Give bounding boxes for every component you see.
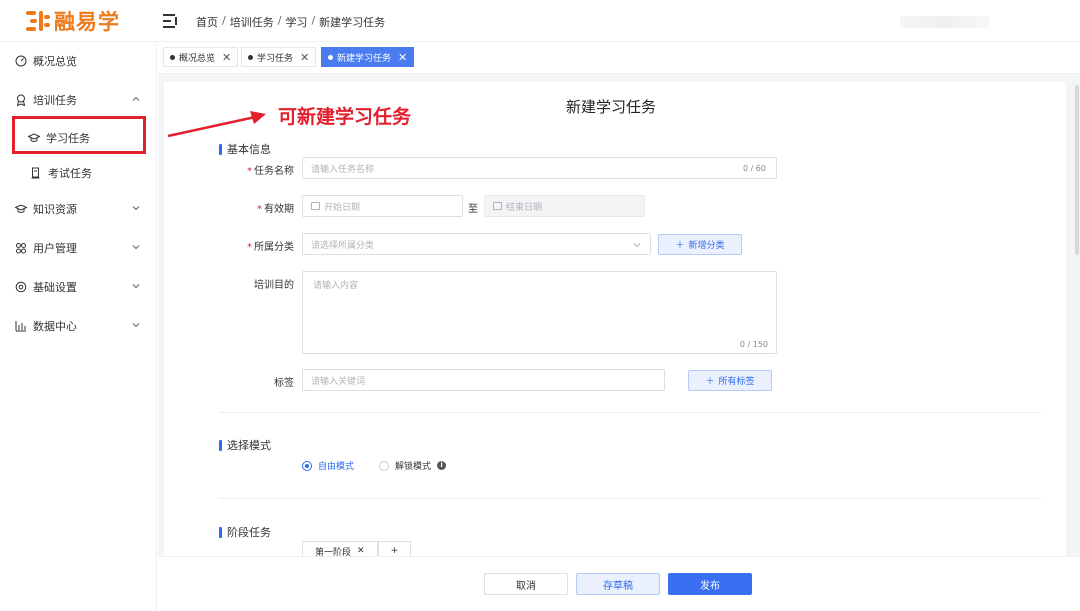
- tab-bar: 概况总览 ✕ 学习任务 ✕ 新建学习任务 ✕: [158, 42, 1080, 74]
- users-icon: [15, 242, 27, 254]
- bar-chart-icon: [15, 320, 27, 332]
- tab-overview[interactable]: 概况总览 ✕: [163, 47, 239, 67]
- sidebar-item-knowledge[interactable]: 知识资源: [0, 194, 157, 224]
- close-icon[interactable]: ✕: [222, 51, 231, 64]
- section-divider: [219, 498, 1041, 499]
- mode-unlock-radio[interactable]: 解锁模式 i: [379, 459, 447, 472]
- section-basic-info: 基本信息: [219, 141, 271, 157]
- chevron-down-icon: [132, 323, 140, 328]
- page-title: 新建学习任务: [566, 98, 657, 116]
- category-label: * 所属分类: [247, 242, 294, 253]
- chevron-up-icon: [132, 96, 140, 101]
- cancel-button[interactable]: 取消: [484, 573, 568, 595]
- sidebar-item-data-center[interactable]: 数据中心: [0, 311, 157, 341]
- section-divider: [219, 412, 1041, 413]
- plus-icon: ＋: [675, 241, 685, 251]
- info-icon[interactable]: i: [437, 461, 447, 470]
- sidebar-item-users[interactable]: 用户管理: [0, 233, 157, 263]
- brand-name: 融易学: [54, 10, 120, 34]
- section-stage-tasks: 阶段任务: [219, 524, 271, 540]
- plus-icon: ＋: [705, 377, 715, 387]
- close-icon[interactable]: ✕: [398, 51, 407, 64]
- annotation-highlight-box: [12, 116, 146, 154]
- tags-label: 标签: [274, 378, 294, 389]
- close-icon[interactable]: ✕: [357, 546, 365, 556]
- chevron-down-icon: [132, 284, 140, 289]
- form-footer: 取消 存草稿 发布: [158, 556, 1080, 611]
- calendar-icon: [311, 202, 320, 210]
- save-draft-button[interactable]: 存草稿: [576, 573, 660, 595]
- date-range-separator: 至: [468, 204, 478, 215]
- brand-logo[interactable]: 融易学: [26, 6, 120, 36]
- start-date-input[interactable]: 开始日期: [302, 195, 463, 217]
- add-category-button[interactable]: ＋ 新增分类: [658, 234, 742, 255]
- mode-free-radio[interactable]: 自由模式: [302, 459, 354, 472]
- purpose-textarea[interactable]: 请输入内容 0 / 150: [302, 271, 777, 354]
- brand-logo-icon: [26, 9, 50, 33]
- sidebar-item-exam-tasks[interactable]: 考试任务: [0, 158, 157, 188]
- tab-study-tasks[interactable]: 学习任务 ✕: [241, 47, 317, 67]
- tab-new-study-task[interactable]: 新建学习任务 ✕: [321, 47, 415, 67]
- end-date-input[interactable]: 结束日期: [484, 195, 645, 217]
- publish-button[interactable]: 发布: [668, 573, 752, 595]
- breadcrumb: 首页 / 培训任务 / 学习 / 新建学习任务: [196, 14, 386, 30]
- annotation-arrow-icon: [167, 111, 266, 138]
- dashboard-icon: [15, 55, 27, 67]
- task-name-counter: 0 / 60: [742, 163, 766, 173]
- task-name-label: * 任务名称: [247, 166, 294, 177]
- close-icon[interactable]: ✕: [300, 51, 309, 64]
- top-header: 融易学 首页 / 培训任务 / 学习 / 新建学习任务: [0, 0, 1080, 42]
- sidebar-item-settings[interactable]: 基础设置: [0, 272, 157, 302]
- user-info[interactable]: [900, 16, 990, 28]
- annotation-text: 可新建学习任务: [278, 106, 412, 128]
- settings-icon: [15, 281, 27, 293]
- purpose-label: 培训目的: [254, 280, 294, 291]
- sidebar-item-overview[interactable]: 概况总览: [0, 46, 157, 76]
- chevron-down-icon: [633, 243, 641, 248]
- menu-collapse-icon[interactable]: [163, 14, 178, 28]
- exam-doc-icon: [30, 167, 42, 179]
- scrollbar-thumb[interactable]: [1075, 85, 1079, 255]
- tags-input[interactable]: 请输入关键词: [302, 369, 665, 391]
- chevron-down-icon: [132, 245, 140, 250]
- chevron-down-icon: [132, 206, 140, 211]
- category-select[interactable]: 请选择所属分类: [302, 233, 651, 255]
- task-name-input[interactable]: 请输入任务名称 0 / 60: [302, 157, 777, 179]
- breadcrumb-study[interactable]: 学习: [285, 14, 307, 30]
- breadcrumb-current: 新建学习任务: [319, 16, 386, 29]
- breadcrumb-home[interactable]: 首页: [196, 14, 218, 30]
- award-icon: [15, 94, 27, 107]
- all-tags-button[interactable]: ＋ 所有标签: [688, 370, 772, 391]
- breadcrumb-training[interactable]: 培训任务: [230, 14, 274, 30]
- section-mode: 选择模式: [219, 437, 271, 453]
- sidebar-item-training[interactable]: 培训任务: [0, 85, 157, 115]
- graduation-cap-icon: [14, 203, 28, 215]
- purpose-counter: 0 / 150: [739, 340, 768, 349]
- calendar-icon: [493, 202, 502, 210]
- validity-label: * 有效期: [257, 204, 294, 215]
